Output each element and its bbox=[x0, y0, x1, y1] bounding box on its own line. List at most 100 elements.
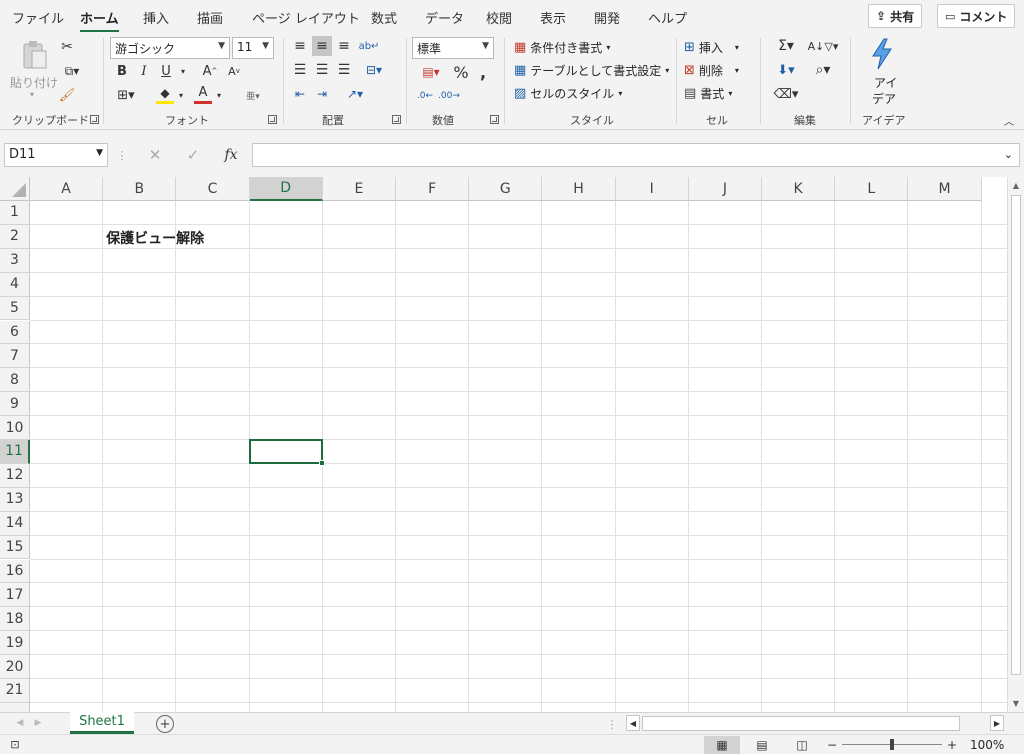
tab-help[interactable]: ヘルプ bbox=[648, 8, 687, 27]
row-header-21[interactable]: 21 bbox=[0, 679, 30, 703]
paste-icon[interactable] bbox=[18, 38, 52, 72]
find-select-icon[interactable]: ⌕▾ bbox=[806, 60, 840, 80]
alignment-launcher-icon[interactable] bbox=[392, 115, 401, 124]
tab-page-layout[interactable]: ページ レイアウト bbox=[252, 8, 360, 27]
row-header-3[interactable]: 3 bbox=[0, 248, 30, 273]
cut-icon[interactable]: ✂ bbox=[58, 38, 76, 56]
borders-icon[interactable]: ⊞▾ bbox=[112, 86, 140, 104]
enter-icon[interactable]: ✓ bbox=[184, 146, 202, 164]
column-header-b[interactable]: B bbox=[103, 177, 177, 201]
fill-icon[interactable]: ⬇▾ bbox=[770, 60, 802, 80]
row-header-16[interactable]: 16 bbox=[0, 559, 30, 584]
expand-formula-icon[interactable]: ⌄ bbox=[1004, 148, 1013, 161]
increase-decimal-icon[interactable]: .0← bbox=[414, 86, 436, 106]
row-header-12[interactable]: 12 bbox=[0, 463, 30, 488]
macro-record-icon[interactable]: ⊡ bbox=[8, 738, 22, 751]
phonetic-icon[interactable]: 亜▾ bbox=[238, 86, 268, 104]
row-header-11[interactable]: 11 bbox=[0, 440, 30, 464]
column-header-h[interactable]: H bbox=[542, 177, 616, 201]
align-middle-icon[interactable]: ≡ bbox=[312, 36, 332, 56]
row-header-2[interactable]: 2 bbox=[0, 224, 30, 249]
clipboard-launcher-icon[interactable] bbox=[90, 115, 99, 124]
underline-button[interactable]: U bbox=[158, 62, 174, 80]
format-as-table-button[interactable]: ▦ テーブルとして書式設定 ▾ bbox=[514, 61, 669, 79]
orientation-icon[interactable]: ↗▾ bbox=[340, 84, 370, 104]
select-all-button[interactable] bbox=[0, 177, 30, 201]
accounting-format-icon[interactable]: ▤▾ bbox=[414, 62, 448, 82]
align-left-icon[interactable]: ☰ bbox=[290, 60, 310, 80]
row-header-18[interactable]: 18 bbox=[0, 607, 30, 632]
row-header-15[interactable]: 15 bbox=[0, 535, 30, 560]
align-top-icon[interactable]: ≡ bbox=[290, 36, 310, 56]
row-header-14[interactable]: 14 bbox=[0, 511, 30, 536]
vertical-scrollbar[interactable]: ▲ ▼ bbox=[1007, 177, 1024, 712]
conditional-formatting-button[interactable]: ▦ 条件付き書式 ▾ bbox=[514, 38, 610, 56]
column-header-l[interactable]: L bbox=[835, 177, 909, 201]
row-header-10[interactable]: 10 bbox=[0, 416, 30, 440]
tab-draw[interactable]: 描画 bbox=[197, 8, 223, 27]
column-header-f[interactable]: F bbox=[396, 177, 470, 201]
tab-formulas[interactable]: 数式 bbox=[371, 8, 397, 27]
percent-style-icon[interactable]: % bbox=[452, 62, 470, 82]
spreadsheet-grid[interactable]: A B C D E F G H I J K L M 1 2 3 4 5 6 7 8 9 10 11 12 13 14 15 16 17 18… bbox=[0, 177, 1007, 712]
scroll-up-icon[interactable]: ▲ bbox=[1010, 179, 1022, 191]
delete-cells-button[interactable]: ⊠ 削除 ▾ bbox=[684, 61, 739, 79]
sort-filter-icon[interactable]: A↓▽▾ bbox=[806, 36, 840, 56]
column-header-e[interactable]: E bbox=[322, 177, 396, 201]
italic-button[interactable]: I bbox=[136, 62, 152, 80]
row-header-17[interactable]: 17 bbox=[0, 583, 30, 608]
bold-button[interactable]: B bbox=[114, 62, 130, 80]
tab-file[interactable]: ファイル bbox=[12, 8, 64, 27]
insert-function-button[interactable]: fx bbox=[220, 146, 242, 164]
row-header-5[interactable]: 5 bbox=[0, 296, 30, 321]
increase-indent-icon[interactable]: ⇥ bbox=[312, 84, 332, 104]
increase-font-icon[interactable]: A ^ bbox=[200, 62, 220, 80]
row-header-20[interactable]: 20 bbox=[0, 655, 30, 679]
row-header-1[interactable]: 1 bbox=[0, 201, 30, 225]
number-launcher-icon[interactable] bbox=[490, 115, 499, 124]
zoom-out-icon[interactable]: − bbox=[826, 736, 838, 754]
paste-label[interactable]: 貼り付け bbox=[10, 74, 58, 91]
row-header-7[interactable]: 7 bbox=[0, 344, 30, 369]
align-bottom-icon[interactable]: ≡ bbox=[334, 36, 354, 56]
merge-center-icon[interactable]: ⊟▾ bbox=[358, 60, 390, 80]
scroll-down-icon[interactable]: ▼ bbox=[1010, 697, 1022, 709]
column-header-i[interactable]: I bbox=[615, 177, 689, 201]
name-box[interactable]: D11 ▼ bbox=[4, 143, 108, 167]
underline-chevron-icon[interactable]: ▾ bbox=[178, 62, 188, 80]
format-cells-button[interactable]: ▤ 書式 ▾ bbox=[684, 84, 732, 102]
decrease-font-icon[interactable]: Av bbox=[224, 62, 244, 80]
row-header-13[interactable]: 13 bbox=[0, 487, 30, 512]
row-header-9[interactable]: 9 bbox=[0, 392, 30, 417]
column-header-j[interactable]: J bbox=[688, 177, 762, 201]
insert-cells-button[interactable]: ⊞ 挿入 ▾ bbox=[684, 38, 739, 56]
column-header-d[interactable]: D bbox=[249, 177, 323, 201]
font-launcher-icon[interactable] bbox=[268, 115, 277, 124]
formula-input[interactable]: ⌄ bbox=[252, 143, 1020, 167]
tab-review[interactable]: 校閲 bbox=[486, 8, 512, 27]
zoom-in-icon[interactable]: + bbox=[946, 736, 958, 754]
scroll-left-icon[interactable]: ◀ bbox=[626, 715, 640, 731]
tab-insert[interactable]: 挿入 bbox=[143, 8, 169, 27]
clear-icon[interactable]: ⌫▾ bbox=[770, 84, 802, 104]
page-layout-view-icon[interactable]: ▤ bbox=[752, 736, 772, 754]
wrap-text-icon[interactable]: ab↵ bbox=[358, 36, 380, 56]
prev-sheet-icon[interactable]: ◀ bbox=[14, 716, 26, 730]
row-header-8[interactable]: 8 bbox=[0, 368, 30, 393]
tab-home[interactable]: ホーム bbox=[80, 8, 119, 33]
fill-handle[interactable] bbox=[318, 459, 325, 466]
column-header-c[interactable]: C bbox=[176, 177, 250, 201]
collapse-ribbon-icon[interactable]: ︿ bbox=[1002, 114, 1016, 128]
zoom-slider-thumb[interactable] bbox=[890, 739, 894, 750]
fill-color-chevron-icon[interactable]: ▾ bbox=[176, 86, 186, 104]
copy-icon[interactable]: ⧉▾ bbox=[58, 62, 86, 80]
tab-developer[interactable]: 開発 bbox=[594, 8, 620, 27]
font-name-select[interactable]: 游ゴシック ▼ bbox=[110, 37, 230, 59]
column-header-g[interactable]: G bbox=[469, 177, 543, 201]
column-header-k[interactable]: K bbox=[762, 177, 836, 201]
next-sheet-icon[interactable]: ▶ bbox=[32, 716, 44, 730]
comma-style-icon[interactable]: , bbox=[476, 62, 490, 82]
sheet-tab-sheet1[interactable]: Sheet1 bbox=[70, 712, 134, 734]
comment-button[interactable]: ▭ コメント bbox=[937, 4, 1016, 28]
column-header-m[interactable]: M bbox=[908, 177, 982, 201]
